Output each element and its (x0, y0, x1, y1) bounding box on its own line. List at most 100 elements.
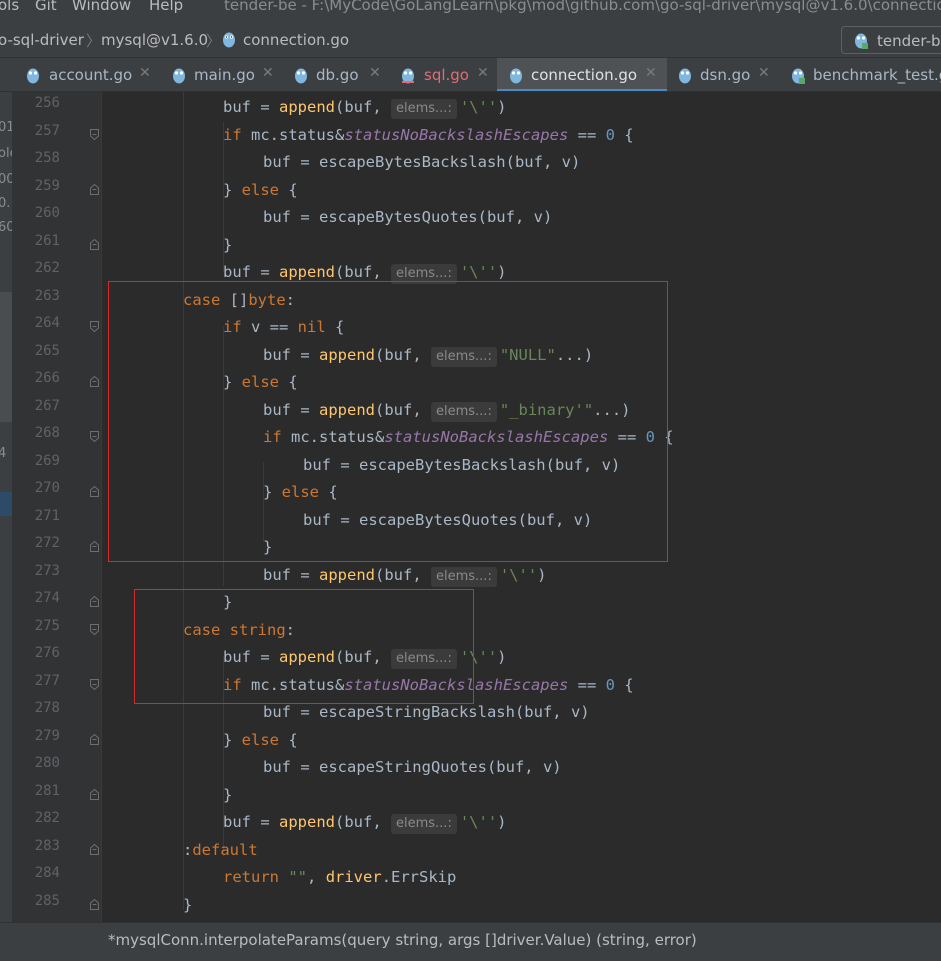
code-line[interactable]: } else { (263, 479, 338, 506)
code-line[interactable]: return "", driver.ErrSkip (223, 864, 456, 891)
code-line[interactable]: if mc.status&statusNoBackslashEscapes ==… (263, 424, 674, 451)
line-number[interactable]: 263 (18, 288, 60, 304)
line-number[interactable]: 274 (18, 590, 60, 606)
line-number[interactable]: 265 (18, 343, 60, 359)
fold-open-icon[interactable] (90, 321, 99, 332)
line-number[interactable]: 261 (18, 233, 60, 249)
tab-db-go[interactable]: db.go ✕ (283, 58, 391, 91)
fold-end-icon[interactable] (90, 788, 99, 800)
code-line[interactable]: :default (183, 837, 258, 864)
fold-end-icon[interactable] (90, 486, 99, 497)
fold-end-icon[interactable] (90, 898, 99, 910)
tab-sql-go[interactable]: sql.go ✕ (391, 58, 497, 91)
line-number[interactable]: 270 (18, 480, 60, 496)
code-line[interactable]: buf = append(buf, elems...: '\'') (263, 562, 547, 589)
code-line[interactable]: buf = escapeBytesQuotes(buf, v) (263, 204, 552, 231)
code-line[interactable]: } else { (223, 369, 298, 396)
close-icon[interactable]: ✕ (645, 65, 657, 81)
code-line[interactable]: buf = escapeStringBackslash(buf, v) (263, 699, 590, 726)
code-line[interactable]: } (183, 892, 192, 919)
line-number[interactable]: 260 (18, 205, 60, 221)
fold-open-icon[interactable] (90, 128, 99, 140)
breadcrumb-item-module[interactable]: o-sql-driver (0, 31, 84, 49)
line-number[interactable]: 277 (18, 673, 60, 689)
close-icon[interactable]: ✕ (758, 65, 770, 81)
code-line[interactable]: case string: (183, 617, 295, 644)
code-line[interactable]: if v == nil { (223, 314, 344, 341)
code-line[interactable]: } else { (223, 727, 298, 754)
menu-item-git[interactable]: Git (35, 0, 57, 14)
line-number[interactable]: 275 (18, 618, 60, 634)
line-number[interactable]: 266 (18, 370, 60, 386)
fold-end-icon[interactable] (90, 843, 99, 855)
tab-dsn-go[interactable]: dsn.go ✕ (667, 58, 781, 91)
panel-scroll-thumb[interactable] (0, 292, 12, 422)
code-line[interactable]: buf = escapeBytesBackslash(buf, v) (303, 452, 620, 479)
code-line[interactable]: } (223, 232, 232, 259)
fold-end-icon[interactable] (90, 733, 99, 745)
code-line[interactable]: } (223, 782, 232, 809)
line-number[interactable]: 267 (18, 398, 60, 414)
line-number[interactable]: 283 (18, 838, 60, 854)
code-line[interactable]: buf = append(buf, elems...: '\'') (223, 94, 507, 121)
code-line[interactable]: } else { (223, 177, 298, 204)
menu-item-window[interactable]: Window (72, 0, 131, 14)
fold-open-icon[interactable] (90, 678, 99, 690)
line-number[interactable]: 276 (18, 645, 60, 661)
line-number[interactable]: 282 (18, 810, 60, 826)
line-number[interactable]: 258 (18, 150, 60, 166)
fold-end-icon[interactable] (90, 541, 99, 552)
line-number[interactable]: 285 (18, 893, 60, 909)
line-number[interactable]: 279 (18, 728, 60, 744)
line-number[interactable]: 259 (18, 178, 60, 194)
panel-selected-row[interactable] (0, 492, 12, 516)
line-number[interactable]: 256 (18, 95, 60, 111)
menu-item-tools[interactable]: ols (0, 0, 19, 14)
current-function-signature[interactable]: *mysqlConn.interpolateParams(query strin… (108, 931, 697, 949)
code-line[interactable]: buf = append(buf, elems...: "_binary'"...… (263, 397, 630, 424)
close-icon[interactable]: ✕ (262, 65, 274, 81)
line-number[interactable]: 281 (18, 783, 60, 799)
fold-open-icon[interactable] (90, 623, 99, 635)
tab-account-go[interactable]: account.go ✕ (12, 58, 160, 91)
tab-main-go[interactable]: main.go ✕ (160, 58, 283, 91)
fold-end-icon[interactable] (90, 376, 99, 387)
line-number[interactable]: 284 (18, 865, 60, 881)
code-line[interactable]: case []byte: (183, 287, 295, 314)
fold-open-icon[interactable] (90, 431, 99, 442)
breadcrumb-item-package[interactable]: mysql@v1.6.0 (101, 31, 208, 49)
line-number[interactable]: 268 (18, 425, 60, 441)
code-line[interactable]: buf = append(buf, elems...: '\'') (223, 809, 507, 836)
line-number[interactable]: 257 (18, 123, 60, 139)
line-number[interactable]: 278 (18, 700, 60, 716)
line-number[interactable]: 269 (18, 453, 60, 469)
code-line[interactable]: } (263, 534, 272, 561)
close-icon[interactable]: ✕ (139, 65, 151, 81)
breadcrumb-item-file[interactable]: connection.go (243, 31, 349, 49)
code-line[interactable]: buf = escapeBytesQuotes(buf, v) (303, 507, 592, 534)
code-line[interactable]: buf = append(buf, elems...: "NULL"...) (263, 342, 593, 369)
fold-end-icon[interactable] (90, 596, 99, 607)
run-configuration-selector[interactable]: tender-be (841, 26, 941, 54)
code-editor[interactable]: buf = append(buf, elems...: '\'') if mc.st… (103, 92, 941, 922)
fold-end-icon[interactable] (90, 183, 99, 195)
line-number[interactable]: 273 (18, 563, 60, 579)
tab-benchmark-test-go[interactable]: benchmark_test.go (781, 58, 941, 91)
code-line[interactable]: if mc.status&statusNoBackslashEscapes ==… (223, 672, 634, 699)
line-number[interactable]: 280 (18, 755, 60, 771)
line-number[interactable]: 264 (18, 315, 60, 331)
code-line[interactable]: buf = append(buf, elems...: '\'') (223, 259, 507, 286)
code-line[interactable]: if mc.status&statusNoBackslashEscapes ==… (223, 122, 634, 149)
code-line[interactable]: buf = escapeStringQuotes(buf, v) (263, 754, 562, 781)
menu-item-help[interactable]: Help (149, 0, 183, 14)
code-line[interactable]: buf = append(buf, elems...: '\'') (223, 644, 507, 671)
line-number[interactable]: 271 (18, 508, 60, 524)
line-number[interactable]: 272 (18, 535, 60, 551)
line-number[interactable]: 262 (18, 260, 60, 276)
code-line[interactable]: } (223, 589, 232, 616)
tab-connection-go[interactable]: connection.go ✕ (497, 58, 667, 91)
close-icon[interactable]: ✕ (369, 65, 381, 81)
code-line[interactable]: buf = escapeBytesBackslash(buf, v) (263, 149, 580, 176)
close-icon[interactable]: ✕ (477, 65, 489, 81)
fold-end-icon[interactable] (90, 238, 99, 250)
